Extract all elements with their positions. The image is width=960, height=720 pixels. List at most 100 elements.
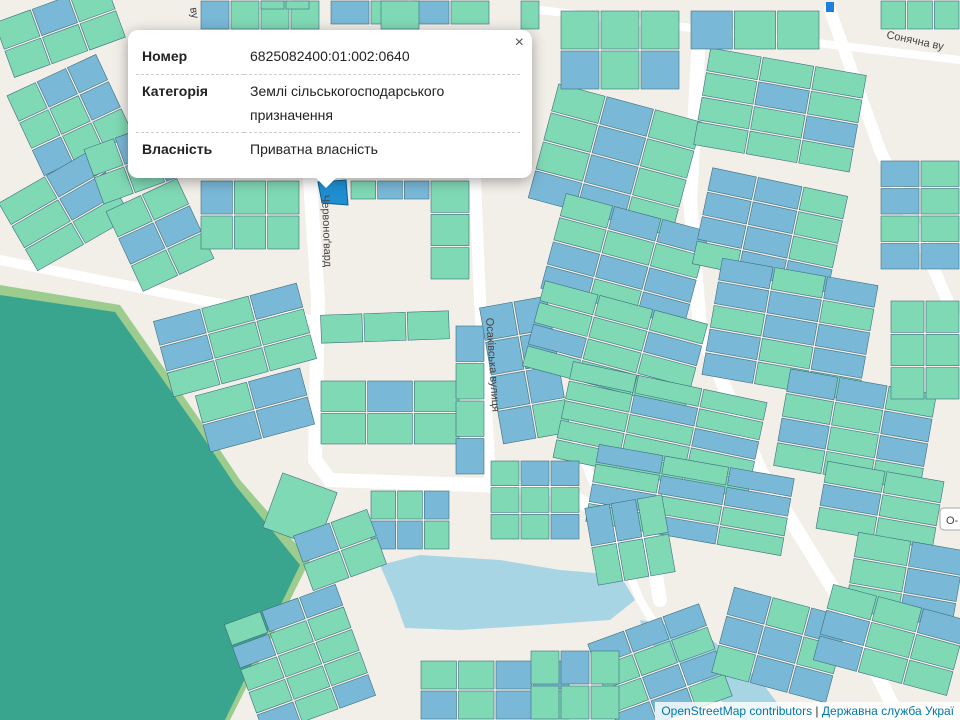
parcel[interactable] — [640, 50, 680, 90]
parcel[interactable] — [234, 215, 266, 250]
osm-attribution-link[interactable]: OpenStreetMap contributors — [661, 704, 812, 718]
parcel[interactable] — [267, 180, 300, 215]
parcel[interactable] — [490, 460, 520, 486]
street-shield: О- — [939, 507, 960, 531]
parcel[interactable] — [520, 514, 550, 540]
parcel-block[interactable] — [490, 460, 580, 540]
parcel[interactable] — [560, 50, 600, 90]
parcel[interactable] — [363, 311, 407, 343]
parcel[interactable] — [920, 215, 960, 242]
parcel-block[interactable] — [380, 0, 420, 30]
parcel[interactable] — [260, 0, 285, 10]
parcel[interactable] — [420, 660, 457, 690]
parcel[interactable] — [550, 514, 580, 540]
parcel[interactable] — [925, 334, 960, 366]
parcel[interactable] — [406, 310, 450, 341]
parcel[interactable] — [455, 400, 485, 437]
parcel[interactable] — [590, 685, 620, 720]
parcel[interactable] — [490, 487, 520, 513]
parcel[interactable] — [200, 180, 233, 215]
parcel[interactable] — [880, 160, 920, 187]
parcel[interactable] — [497, 405, 537, 445]
parcel[interactable] — [377, 180, 403, 200]
parcel[interactable] — [520, 460, 550, 486]
parcel[interactable] — [414, 413, 460, 445]
parcel[interactable] — [430, 180, 470, 213]
parcel[interactable] — [925, 367, 960, 400]
parcel[interactable] — [397, 520, 423, 550]
parcel[interactable] — [490, 514, 520, 540]
parcel[interactable] — [285, 0, 310, 10]
parcel[interactable] — [397, 490, 423, 520]
parcel[interactable] — [458, 660, 495, 690]
parcel[interactable] — [550, 460, 580, 486]
parcel[interactable] — [234, 180, 266, 215]
parcel-block[interactable] — [520, 0, 540, 30]
parcel[interactable] — [880, 0, 906, 30]
parcel-block[interactable] — [320, 310, 450, 344]
parcel[interactable] — [424, 520, 450, 550]
parcel-block[interactable] — [430, 180, 470, 280]
parcel[interactable] — [530, 685, 560, 720]
parcel[interactable] — [450, 0, 490, 25]
parcel[interactable] — [920, 243, 960, 270]
parcel[interactable] — [560, 685, 590, 720]
info-value: Землі сільськогосподарського призначення — [244, 73, 520, 133]
parcel[interactable] — [320, 380, 366, 412]
parcel[interactable] — [880, 188, 920, 215]
parcel[interactable] — [430, 214, 470, 246]
parcel[interactable] — [880, 215, 920, 242]
parcel[interactable] — [925, 300, 960, 333]
parcel[interactable] — [934, 0, 960, 30]
parcel[interactable] — [495, 690, 532, 720]
parcel[interactable] — [200, 215, 233, 250]
parcel[interactable] — [600, 10, 640, 50]
parcel[interactable] — [530, 650, 560, 685]
parcel[interactable] — [907, 0, 933, 30]
parcel[interactable] — [200, 0, 230, 30]
parcel[interactable] — [690, 10, 733, 50]
parcel[interactable] — [330, 0, 370, 25]
parcel[interactable] — [560, 650, 590, 685]
parcel[interactable] — [367, 413, 413, 445]
parcel[interactable] — [520, 487, 550, 513]
parcel[interactable] — [520, 0, 540, 30]
info-value: 6825082400:01:002:0640 — [250, 48, 410, 64]
parcel[interactable] — [430, 247, 470, 280]
parcel[interactable] — [734, 10, 776, 50]
parcel[interactable] — [455, 325, 485, 362]
parcel[interactable] — [458, 690, 495, 720]
parcel[interactable] — [777, 10, 820, 50]
parcel[interactable] — [455, 438, 485, 475]
parcel[interactable] — [890, 334, 925, 366]
parcel[interactable] — [890, 367, 925, 400]
parcel[interactable] — [590, 650, 620, 685]
parcel[interactable] — [320, 413, 366, 445]
service-attribution-link[interactable]: Державна служба Украї — [822, 704, 954, 718]
parcel[interactable] — [550, 487, 580, 513]
parcel-block[interactable] — [690, 10, 820, 50]
parcel[interactable] — [230, 0, 260, 30]
parcel[interactable] — [414, 380, 460, 412]
parcel[interactable] — [267, 215, 300, 250]
parcel[interactable] — [890, 300, 925, 333]
parcel[interactable] — [404, 180, 430, 200]
parcel[interactable] — [420, 690, 457, 720]
parcel-info-table: Номер 6825082400:01:002:0640 Категорія З… — [136, 40, 520, 168]
parcel[interactable] — [560, 10, 600, 50]
parcel[interactable] — [424, 490, 450, 520]
parcel[interactable] — [455, 363, 485, 400]
parcel[interactable] — [370, 490, 396, 520]
parcel[interactable] — [600, 50, 640, 90]
parcel[interactable] — [350, 180, 376, 200]
parcel[interactable] — [367, 380, 413, 412]
parcel[interactable] — [920, 160, 960, 187]
parcel[interactable] — [920, 188, 960, 215]
parcel[interactable] — [320, 313, 364, 344]
parcel-block[interactable] — [880, 0, 960, 30]
parcel[interactable] — [380, 0, 420, 30]
parcel[interactable] — [640, 10, 680, 50]
parcel-block[interactable] — [350, 180, 430, 200]
parcel[interactable] — [495, 660, 532, 690]
parcel[interactable] — [880, 243, 920, 270]
